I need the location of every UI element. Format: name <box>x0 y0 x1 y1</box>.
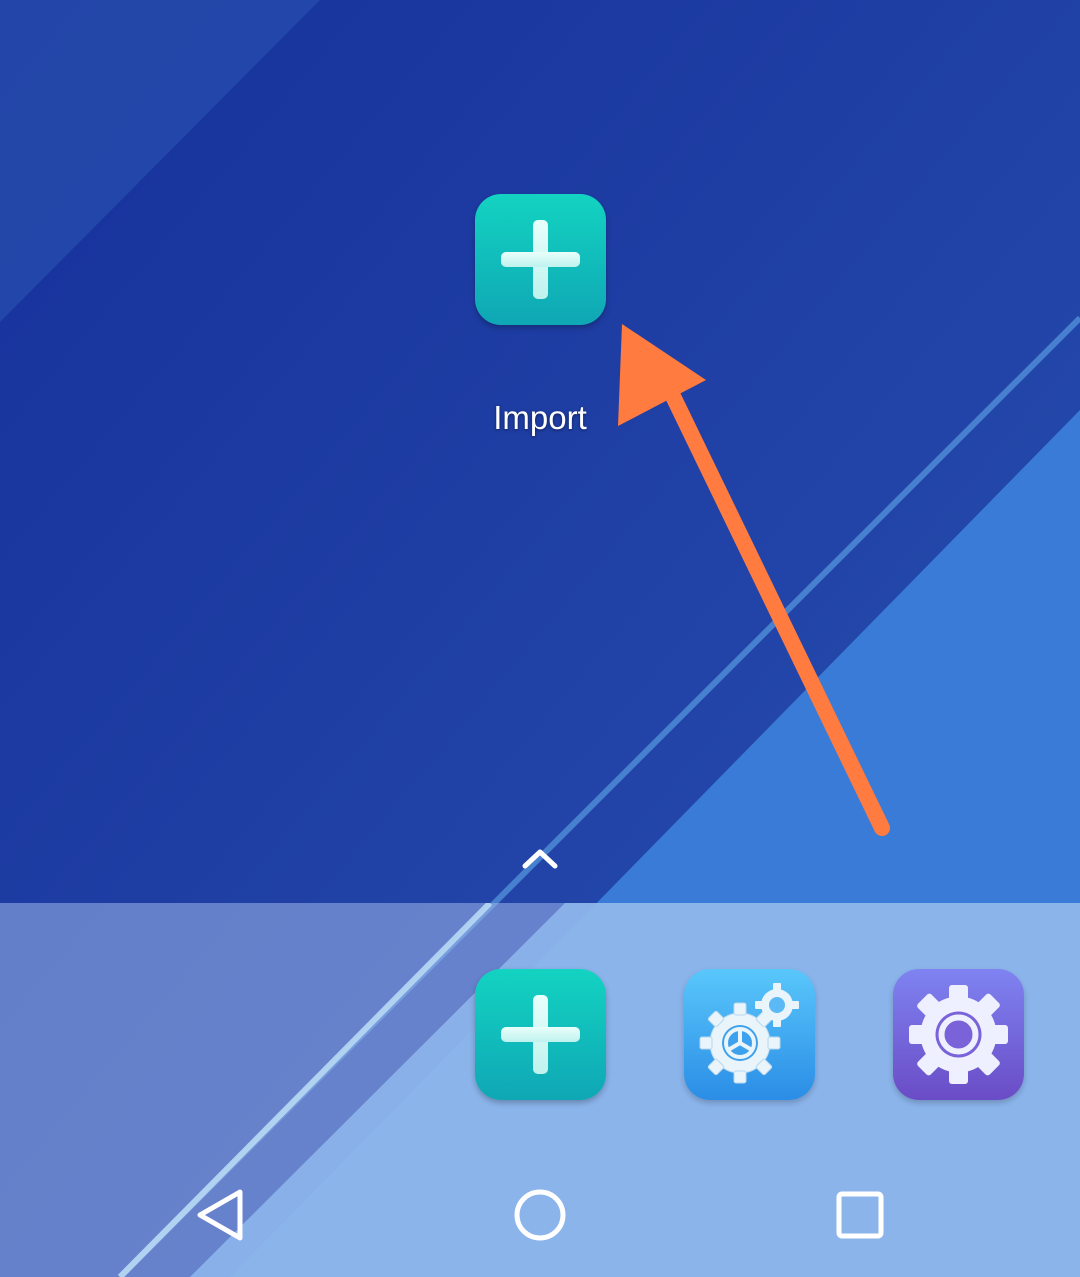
import-app-icon[interactable] <box>474 194 606 325</box>
plus-icon[interactable] <box>475 969 606 1100</box>
dock-gear-app[interactable] <box>684 969 815 1100</box>
settings-gear-icon[interactable] <box>893 969 1024 1100</box>
navigation-bar <box>0 1150 1080 1277</box>
recents-icon[interactable] <box>825 1180 895 1250</box>
home-icon[interactable] <box>505 1180 575 1250</box>
back-icon[interactable] <box>186 1180 256 1250</box>
gear-steering-icon[interactable] <box>684 969 815 1100</box>
dock-settings-app[interactable] <box>893 969 1024 1100</box>
dock-import-app[interactable] <box>475 969 606 1100</box>
chevron-up-icon[interactable] <box>515 838 565 878</box>
import-app-label: Import <box>493 399 587 436</box>
import-app[interactable]: Import <box>440 175 640 445</box>
